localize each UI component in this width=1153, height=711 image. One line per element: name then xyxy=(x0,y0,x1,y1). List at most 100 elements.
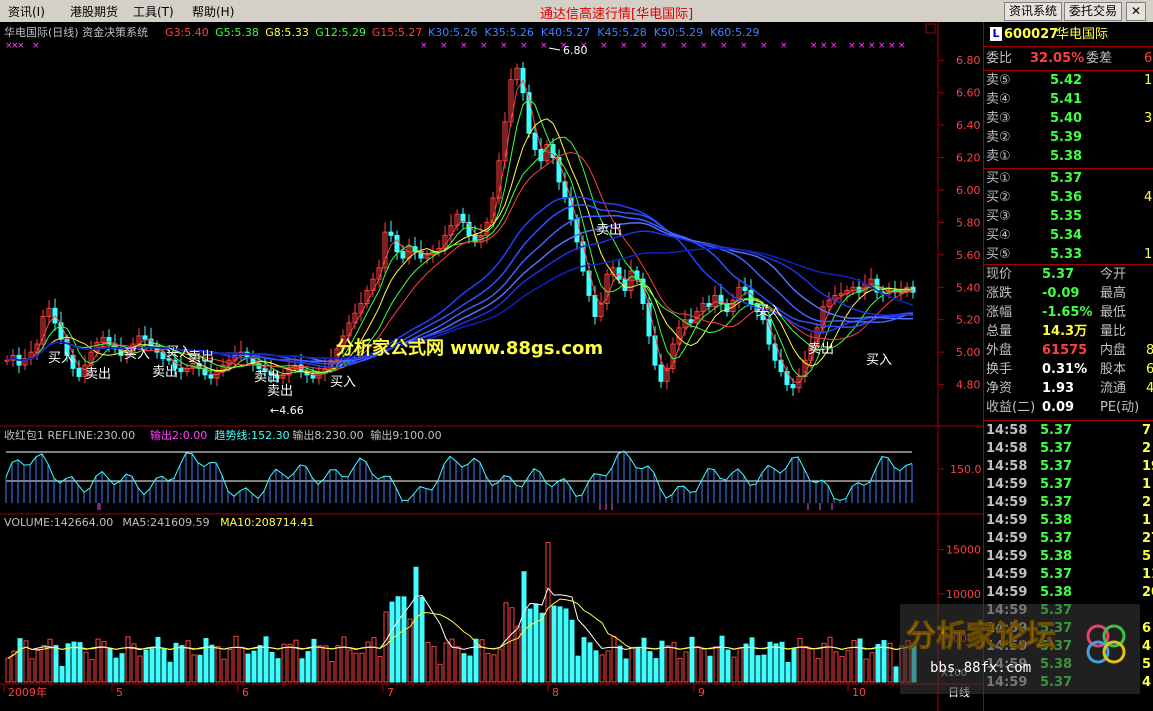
volume-bar xyxy=(161,648,167,683)
bid-price: 5.34 xyxy=(1050,228,1083,243)
tick-time: 14:59 xyxy=(986,477,1028,492)
tick-volume: 6 xyxy=(1142,621,1152,636)
tick-time: 14:59 xyxy=(986,567,1028,582)
tick-price: 5.38 xyxy=(1040,585,1073,600)
signal-markers-mid: × × × × × × × × × × × × × × × × × × × xyxy=(420,41,788,51)
ma-legend-item: K40:5.27 xyxy=(541,26,590,39)
candle-body xyxy=(394,234,400,253)
tick-time: 14:58 xyxy=(986,441,1028,456)
price-tick-label: 4.80 xyxy=(956,379,981,392)
stat-label: 净资 xyxy=(986,381,1013,396)
sell-signal-label: 卖出 xyxy=(808,342,834,357)
tick-volume: 5 xyxy=(1142,549,1152,564)
trade-order-button[interactable]: 委托交易 xyxy=(1064,2,1122,21)
stat-value: 0.09 xyxy=(1042,400,1075,415)
tick-row: 14:59 5.37 1 xyxy=(984,476,1153,494)
volume-bar xyxy=(413,566,419,683)
volume-bar xyxy=(743,643,749,683)
volume-bar xyxy=(359,652,365,683)
signal-marker: × xyxy=(878,41,886,51)
signal-marker: × xyxy=(460,41,468,51)
volume-bar xyxy=(767,641,773,683)
volume-bar xyxy=(749,637,755,683)
stat-label: PE(动) xyxy=(1100,400,1140,415)
indicator-legend-item: 收红包1 REFLINE:230.00 xyxy=(4,428,135,442)
signal-marker: × xyxy=(848,41,856,51)
stat-label: 收益(二) xyxy=(986,400,1036,415)
tick-row: 14:59 5.38 1 xyxy=(984,512,1153,530)
kline-chart[interactable]: 华电国际(日线) 资金决策系统 G3:5.40 G5:5.38 G8:5.33 G12:… xyxy=(0,22,983,711)
low-price-label: ←4.66 xyxy=(270,404,304,417)
signal-marker: × xyxy=(720,41,728,51)
bid-label: 买② xyxy=(986,190,1011,205)
tick-price: 5.37 xyxy=(1040,477,1073,492)
volume-bar xyxy=(509,607,515,683)
volume-bar xyxy=(701,648,707,683)
signal-marker: × xyxy=(760,41,768,51)
stat-value: 1.93 xyxy=(1042,381,1075,396)
volume-bar xyxy=(791,647,797,683)
bid-label: 买⑤ xyxy=(986,247,1011,262)
volume-bar xyxy=(401,596,407,683)
volume-bar xyxy=(329,660,335,683)
volume-bar xyxy=(377,656,383,683)
menu-hk-futures[interactable]: 港股期货 xyxy=(70,3,118,20)
stat-label: 量比 xyxy=(1100,324,1127,339)
ma-legend-item: K45:5.28 xyxy=(597,26,646,39)
volume-bar xyxy=(467,655,473,683)
volume-bar xyxy=(431,646,437,683)
volume-bar xyxy=(191,654,197,683)
volume-bar xyxy=(875,644,881,683)
quote-sep xyxy=(984,168,1153,169)
high-price-label: 6.80 xyxy=(563,44,588,57)
signal-marker: × xyxy=(500,41,508,51)
volume-bar xyxy=(521,571,527,683)
price-tick-label: 5.60 xyxy=(956,249,981,262)
stat-label: 内盘 xyxy=(1100,343,1127,358)
signal-marker: × xyxy=(888,41,896,51)
candle-body xyxy=(178,367,184,373)
volume-bar xyxy=(761,654,767,683)
volume-bar xyxy=(5,657,11,683)
volume-bar xyxy=(719,635,725,683)
menu-help[interactable]: 帮助(H) xyxy=(192,3,234,20)
volume-bar xyxy=(887,642,893,683)
volume-bar xyxy=(71,641,77,683)
tick-row: 14:59 5.37 2 xyxy=(984,494,1153,512)
chart-title: 华电国际(日线) 资金决策系统 xyxy=(4,25,148,39)
volume-bar xyxy=(893,666,899,683)
tick-price: 5.37 xyxy=(1040,495,1073,510)
volume-bar xyxy=(545,542,551,683)
tick-time: 14:59 xyxy=(986,585,1028,600)
tick-price: 5.37 xyxy=(1040,441,1073,456)
tick-time: 14:59 xyxy=(986,531,1028,546)
volume-bar xyxy=(317,645,323,683)
volume-bar xyxy=(527,608,533,683)
tick-row: 14:58 5.37 7 xyxy=(984,422,1153,440)
volume-bar xyxy=(869,652,875,683)
ask-row: 卖② 5.39 xyxy=(984,129,1153,147)
volume-bar xyxy=(305,651,311,683)
volume-bar xyxy=(47,638,53,683)
volume-bar xyxy=(485,652,491,683)
forum-title: 分析家论坛 xyxy=(906,619,1056,654)
tick-price: 5.38 xyxy=(1040,549,1073,564)
menu-info[interactable]: 资讯(I) xyxy=(8,3,45,20)
signal-marker: × xyxy=(868,41,876,51)
tick-volume: 2 xyxy=(1142,495,1152,510)
info-system-button[interactable]: 资讯系统 xyxy=(1004,2,1062,21)
stat-label: 外盘 xyxy=(986,343,1013,358)
volume-bar xyxy=(551,605,557,683)
volume-bar xyxy=(683,651,689,683)
stat-label: 换手 xyxy=(986,362,1013,377)
signal-marker: × xyxy=(440,41,448,51)
bid-price: 5.35 xyxy=(1050,209,1083,224)
close-icon[interactable]: ✕ xyxy=(1126,2,1146,21)
app-title: 通达信高速行情[华电国际] xyxy=(540,7,694,22)
candle-body xyxy=(790,384,796,389)
volume-bar xyxy=(737,647,743,683)
signal-marker: × xyxy=(480,41,488,51)
menu-tools[interactable]: 工具(T) xyxy=(133,3,174,20)
signal-marker: × xyxy=(640,41,648,51)
volume-bar xyxy=(53,645,59,683)
